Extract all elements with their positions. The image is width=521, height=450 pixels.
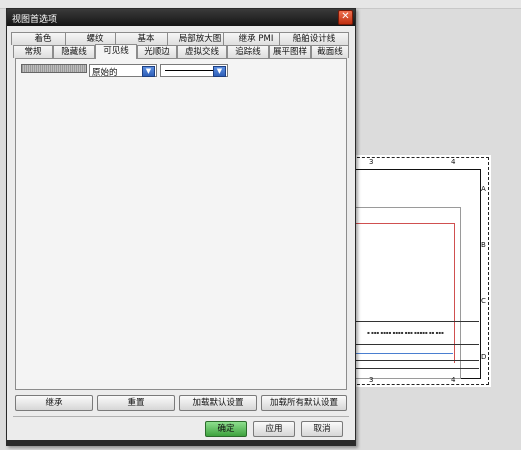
zone-letter: C bbox=[481, 297, 486, 305]
dialog-titlebar[interactable]: 视图首选项 ✕ bbox=[7, 9, 355, 26]
solid-line-sample bbox=[165, 70, 213, 71]
apply-button[interactable]: 应用 bbox=[253, 421, 295, 437]
visible-lines-panel: 原始的 ▼ ▼ bbox=[15, 58, 347, 390]
zone-letter: B bbox=[481, 241, 486, 249]
tab-visible-lines[interactable]: 可见线 bbox=[95, 44, 137, 59]
zone-row-top: 3 4 bbox=[351, 158, 479, 169]
dialog-bottom-edge bbox=[7, 440, 355, 445]
title-block-line bbox=[351, 360, 479, 361]
tab-virtual-intersections[interactable]: 虚拟交线 bbox=[177, 45, 227, 58]
title-block-line bbox=[353, 353, 453, 354]
chevron-down-icon[interactable]: ▼ bbox=[213, 66, 226, 77]
chevron-down-icon[interactable]: ▼ bbox=[142, 66, 155, 77]
inherit-button[interactable]: 继承 bbox=[15, 395, 93, 411]
tab-hidden-lines[interactable]: 隐藏线 bbox=[53, 45, 95, 58]
tab-trace-lines[interactable]: 追踪线 bbox=[227, 45, 269, 58]
view-edge-line bbox=[351, 223, 455, 224]
tab-section-lines[interactable]: 截面线 bbox=[311, 45, 349, 58]
ok-button[interactable]: 确定 bbox=[205, 421, 247, 437]
title-block-line bbox=[351, 368, 479, 369]
tab-flat-pattern[interactable]: 展平图样 bbox=[269, 45, 311, 58]
reset-button[interactable]: 重置 bbox=[97, 395, 175, 411]
title-block-notes: ▪ ▪▪▪ ▪▪▪▪ ▪▪▪▪ ▪▪▪ ▪▪▪▪▪ ▪▪ ▪▪▪ bbox=[367, 330, 444, 335]
cancel-button[interactable]: 取消 bbox=[301, 421, 343, 437]
zone-number: 3 bbox=[369, 376, 374, 384]
zone-letter: A bbox=[481, 185, 486, 193]
drawing-sheet[interactable]: 3 4 A B C D ▪ ▪▪▪ ▪▪▪▪ ▪▪▪▪ ▪▪▪ ▪▪▪▪▪ ▪▪… bbox=[345, 155, 491, 387]
zone-row-bottom: 3 4 bbox=[351, 376, 479, 387]
view-preferences-dialog: 视图首选项 ✕ 着色 螺纹 基本 局部放大图 继承 PMI 船舶设计线 常规 隐… bbox=[6, 8, 356, 446]
tab-smooth-edges[interactable]: 光顺边 bbox=[137, 45, 177, 58]
tab-general[interactable]: 常规 bbox=[13, 45, 53, 58]
load-default-button[interactable]: 加载默认设置 bbox=[179, 395, 257, 411]
tab-ship-lines[interactable]: 船舶设计线 bbox=[279, 32, 349, 45]
close-icon[interactable]: ✕ bbox=[338, 10, 353, 25]
color-select-value: 原始的 bbox=[92, 68, 118, 78]
title-block-line bbox=[351, 344, 479, 345]
dialog-title: 视图首选项 bbox=[12, 15, 58, 25]
title-block: ▪ ▪▪▪ ▪▪▪▪ ▪▪▪▪ ▪▪▪ ▪▪▪▪▪ ▪▪ ▪▪▪ bbox=[351, 321, 479, 378]
color-select[interactable]: 原始的 ▼ bbox=[89, 64, 157, 78]
zone-number: 3 bbox=[369, 158, 374, 166]
line-font-select[interactable]: ▼ bbox=[160, 64, 228, 77]
zone-number: 4 bbox=[451, 158, 456, 166]
zone-number: 4 bbox=[451, 376, 456, 384]
button-separator bbox=[13, 416, 349, 417]
line-color-swatch[interactable] bbox=[21, 64, 87, 73]
zone-letter: D bbox=[481, 353, 487, 361]
load-all-default-button[interactable]: 加载所有默认设置 bbox=[261, 395, 347, 411]
